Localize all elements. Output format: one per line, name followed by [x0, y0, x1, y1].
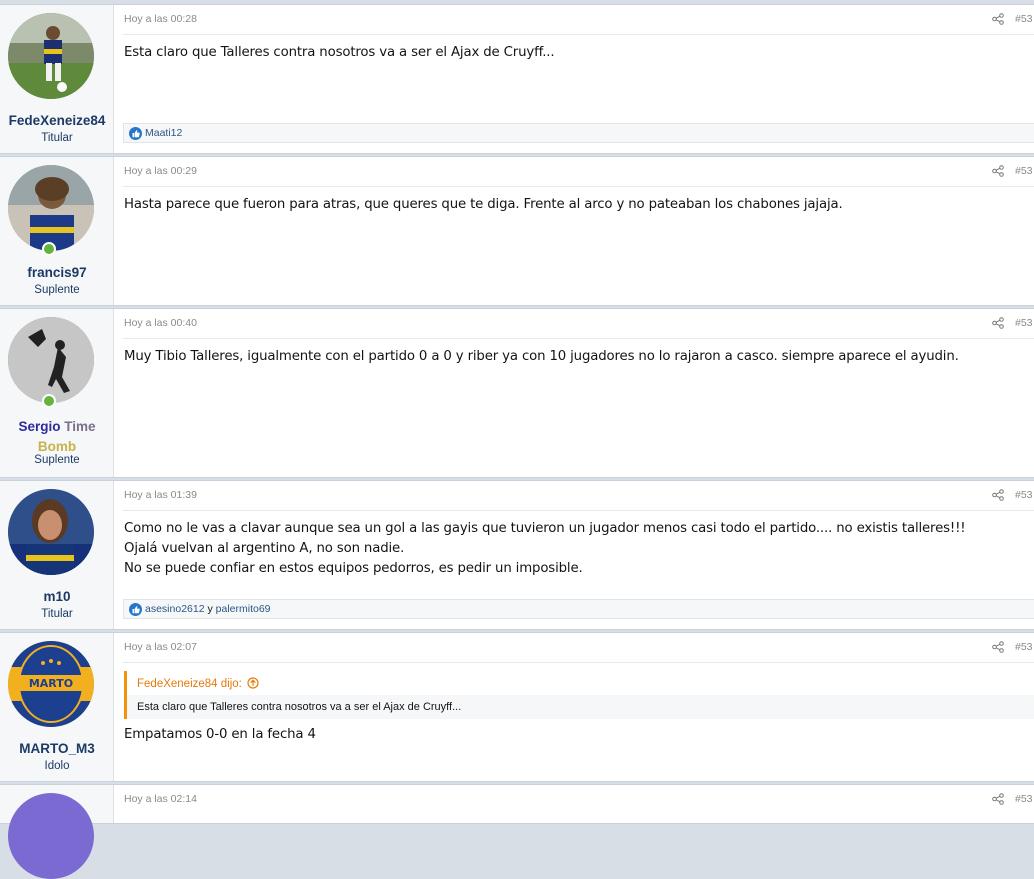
avatar-text: MARTO	[29, 677, 73, 690]
post-message: Esta claro que Talleres contra nosotros …	[124, 43, 555, 63]
quote-body: Esta claro que Talleres contra nosotros …	[127, 695, 1034, 719]
quote-author[interactable]: FedeXeneize84 dijo:	[137, 677, 259, 690]
message-line: No se puede confiar en estos equipos ped…	[124, 561, 583, 576]
post-time[interactable]: Hoy a las 02:07	[124, 641, 197, 653]
user-title: Titular	[41, 132, 73, 144]
username-part: Bomb	[37, 439, 77, 454]
post-body: Hoy a las 01:39 #53 Como no le vas a cla…	[115, 481, 1034, 629]
share-icon[interactable]	[992, 317, 1004, 329]
post-message: Como no le vas a clavar aunque sea un go…	[124, 519, 966, 579]
quote-author-label: FedeXeneize84 dijo:	[137, 678, 242, 690]
username-part: Sergio	[18, 419, 61, 434]
share-icon[interactable]	[992, 641, 1004, 653]
username[interactable]: francis97	[0, 265, 114, 280]
user-title: Suplente	[34, 284, 80, 296]
post-message: Hasta parece que fueron para atras, que …	[124, 195, 843, 215]
avatar[interactable]	[8, 489, 94, 575]
post: FedeXeneize84 Titular Hoy a las 00:28 #5…	[0, 4, 1034, 154]
message-line: Hasta parece que fueron para atras, que …	[124, 197, 843, 212]
user-cell: Sergio Time Bomb Suplente	[0, 309, 114, 477]
divider	[123, 186, 1034, 187]
post-number[interactable]: #53	[1015, 641, 1034, 653]
post-body: Hoy a las 00:28 #53 Esta claro que Talle…	[115, 5, 1034, 153]
reaction-user[interactable]: asesino2612	[145, 603, 205, 615]
username[interactable]: m10	[0, 589, 114, 604]
user-cell: FedeXeneize84 Titular	[0, 5, 114, 153]
post-time[interactable]: Hoy a las 00:28	[124, 13, 197, 25]
quote-block: FedeXeneize84 dijo: Esta claro que Talle…	[124, 671, 1034, 719]
like-icon	[129, 127, 142, 140]
username[interactable]: MARTO_M3	[0, 741, 114, 756]
avatar[interactable]: MARTO	[8, 641, 94, 727]
share-icon[interactable]	[992, 13, 1004, 25]
reaction-user[interactable]: palermito69	[216, 603, 271, 615]
online-icon	[42, 242, 56, 256]
user-title: Idolo	[44, 760, 70, 772]
username[interactable]: Sergio Time Bomb	[0, 417, 114, 457]
reactions-bar[interactable]: Maati12	[123, 123, 1034, 143]
share-icon[interactable]	[992, 165, 1004, 177]
user-cell: francis97 Suplente	[0, 157, 114, 305]
reaction-users[interactable]: Maati12	[145, 127, 182, 139]
reaction-conjunction: y	[207, 603, 213, 615]
user-cell: m10 Titular	[0, 481, 114, 629]
avatar[interactable]	[8, 317, 94, 403]
post-number[interactable]: #53	[1015, 165, 1034, 177]
like-icon	[129, 603, 142, 616]
post-time[interactable]: Hoy a las 00:40	[124, 317, 197, 329]
post-number[interactable]: #53	[1015, 793, 1034, 805]
post-time[interactable]: Hoy a las 02:14	[124, 793, 197, 805]
message-line: Empatamos 0-0 en la fecha 4	[124, 727, 316, 742]
user-cell: MARTO MARTO_M3 Idolo	[0, 633, 114, 781]
post: Hoy a las 02:14 #53	[0, 784, 1034, 879]
username-part: Time	[64, 419, 96, 434]
message-line: Muy Tibio Talleres, igualmente con el pa…	[124, 349, 959, 364]
user-title: Titular	[41, 608, 73, 620]
divider	[123, 34, 1034, 35]
message-line: Ojalá vuelvan al argentino A, no son nad…	[124, 541, 405, 556]
username[interactable]: FedeXeneize84	[0, 113, 114, 128]
divider	[123, 510, 1034, 511]
online-icon	[42, 394, 56, 408]
message-line: Como no le vas a clavar aunque sea un go…	[124, 521, 966, 536]
share-icon[interactable]	[992, 793, 1004, 805]
post-number[interactable]: #53	[1015, 317, 1034, 329]
avatar[interactable]	[8, 13, 94, 99]
user-cell	[0, 785, 114, 879]
post-message: Muy Tibio Talleres, igualmente con el pa…	[124, 347, 959, 367]
post: m10 Titular Hoy a las 01:39 #53 Como no …	[0, 480, 1034, 630]
post-body: Hoy a las 02:14 #53	[115, 785, 1034, 823]
message-line: Esta claro que Talleres contra nosotros …	[124, 45, 555, 60]
share-icon[interactable]	[992, 489, 1004, 501]
user-title: Suplente	[34, 454, 80, 466]
divider	[123, 338, 1034, 339]
quote-arrow-icon[interactable]	[247, 677, 259, 689]
post-body: Hoy a las 02:07 #53 FedeXeneize84 dijo: …	[115, 633, 1034, 781]
post: MARTO MARTO_M3 Idolo Hoy a las 02:07 #53…	[0, 632, 1034, 782]
post-number[interactable]: #53	[1015, 489, 1034, 501]
post-number[interactable]: #53	[1015, 13, 1034, 25]
post-time[interactable]: Hoy a las 01:39	[124, 489, 197, 501]
post-body: Hoy a las 00:40 #53 Muy Tibio Talleres, …	[115, 309, 1034, 477]
reaction-users: asesino2612 y palermito69	[145, 603, 271, 615]
post-time[interactable]: Hoy a las 00:29	[124, 165, 197, 177]
post-message: Empatamos 0-0 en la fecha 4	[124, 725, 316, 745]
reactions-bar[interactable]: asesino2612 y palermito69	[123, 599, 1034, 619]
post: francis97 Suplente Hoy a las 00:29 #53 H…	[0, 156, 1034, 306]
post-body: Hoy a las 00:29 #53 Hasta parece que fue…	[115, 157, 1034, 305]
avatar[interactable]	[8, 165, 94, 251]
avatar[interactable]	[8, 793, 94, 879]
divider	[123, 662, 1034, 663]
post: Sergio Time Bomb Suplente Hoy a las 00:4…	[0, 308, 1034, 478]
quote-text: Esta claro que Talleres contra nosotros …	[137, 701, 462, 713]
